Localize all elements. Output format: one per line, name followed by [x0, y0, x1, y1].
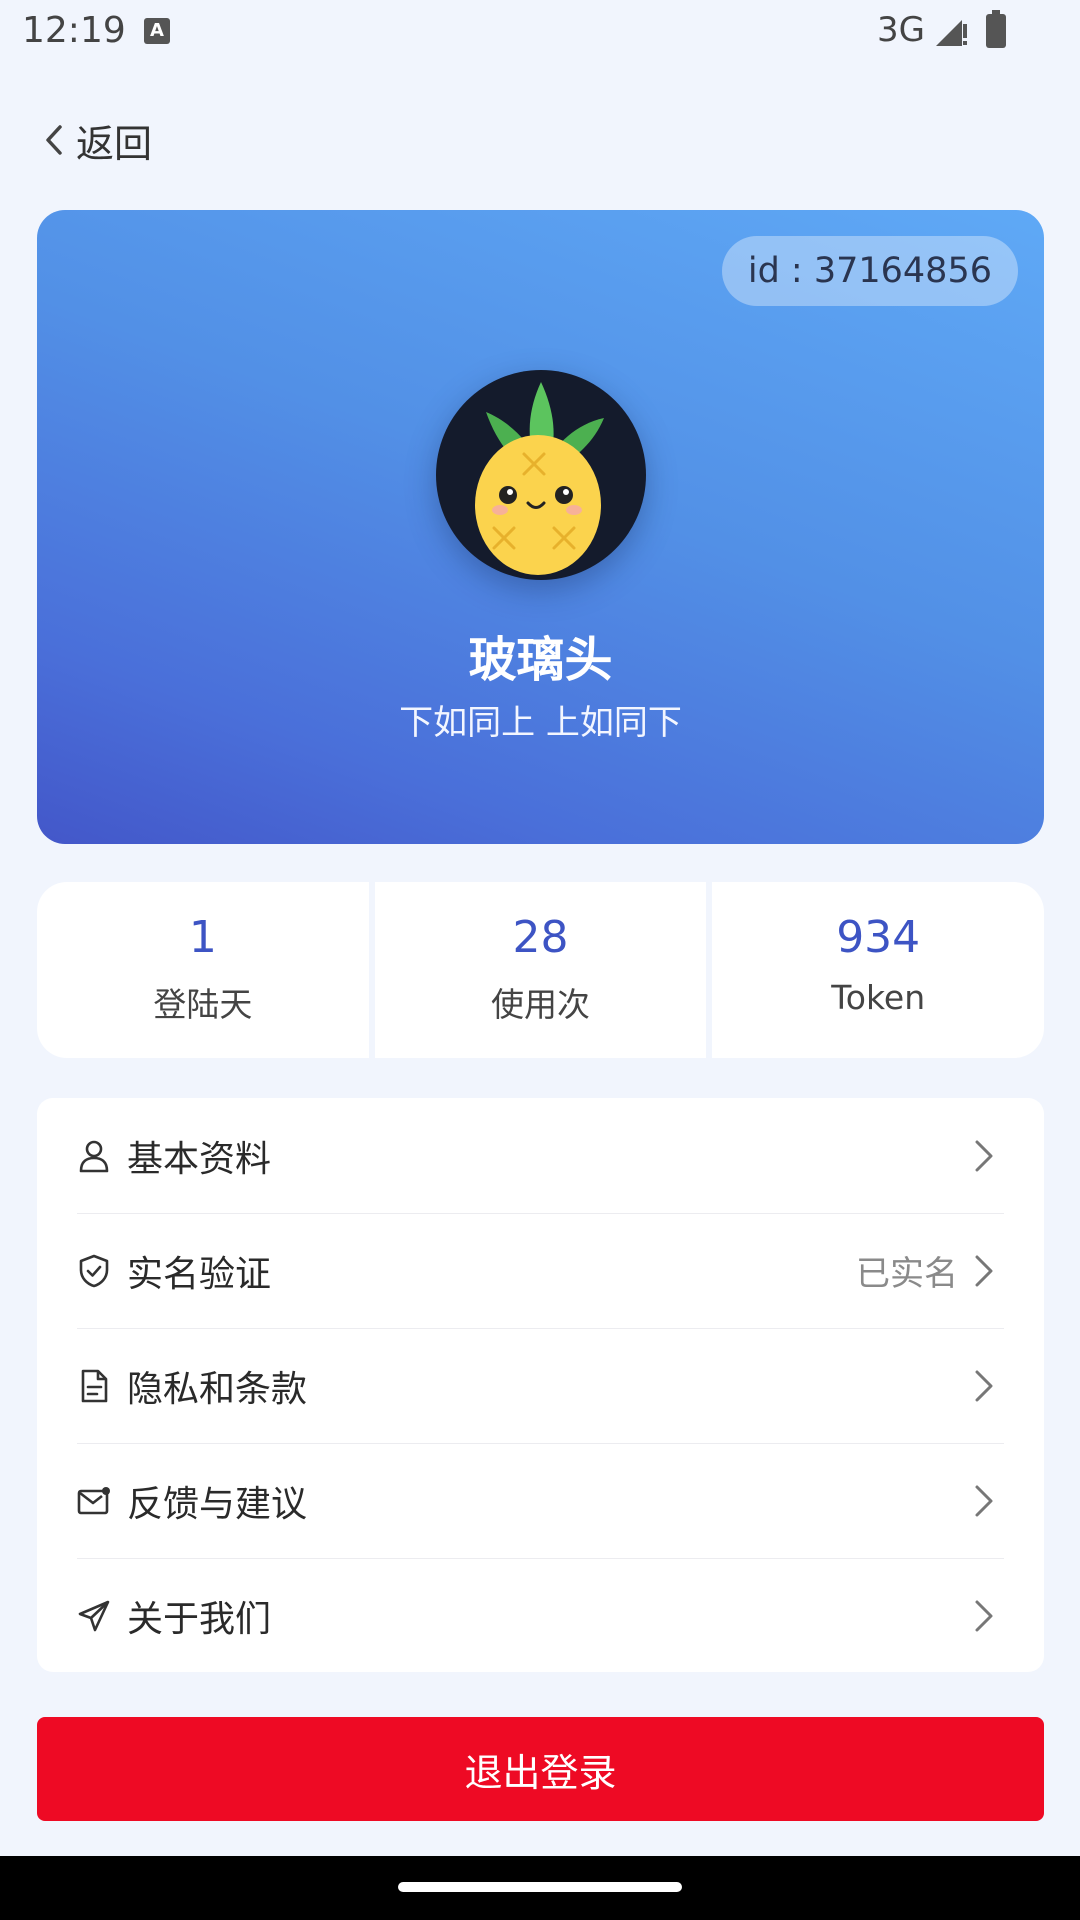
menu-item-privacy[interactable]: 隐私和条款 [77, 1328, 1004, 1444]
avatar[interactable] [436, 370, 646, 580]
back-button[interactable]: 返回 [44, 112, 152, 168]
profile-card: id : 37164856 玻璃头 下如同上 上如同下 [37, 210, 1044, 844]
stats-row: 1 登陆天 28 使用次 934 Token [37, 882, 1045, 1058]
chevron-right-icon [975, 1370, 993, 1401]
pineapple-avatar-icon [475, 382, 604, 575]
stat-label: 登陆天 [153, 985, 253, 1024]
menu-item-label: 反馈与建议 [127, 1483, 308, 1525]
stat-usage-count: 28 使用次 [374, 882, 707, 1058]
document-icon [77, 1369, 111, 1403]
chevron-right-icon [975, 1255, 993, 1286]
menu-item-real-name[interactable]: 实名验证 已实名 [77, 1213, 1004, 1329]
chevron-right-icon [975, 1140, 993, 1171]
menu-item-label: 关于我们 [127, 1598, 272, 1640]
shield-check-icon [77, 1254, 111, 1288]
back-label: 返回 [76, 121, 153, 166]
network-type: 3G [877, 10, 925, 50]
motto: 下如同上 上如同下 [399, 703, 682, 743]
user-id-badge: id : 37164856 [721, 236, 1018, 306]
status-bar: 12:19 A 3G [0, 0, 1080, 64]
stat-value: 1 [188, 912, 217, 963]
battery-icon [986, 10, 1006, 48]
stat-label: 使用次 [491, 985, 590, 1024]
home-gesture-handle[interactable] [398, 1882, 682, 1892]
menu-item-feedback[interactable]: 反馈与建议 [77, 1443, 1004, 1559]
chevron-right-icon [975, 1600, 993, 1631]
menu-item-basic-info[interactable]: 基本资料 [77, 1098, 1004, 1214]
mail-icon [77, 1484, 111, 1518]
stat-login-days: 1 登陆天 [37, 882, 369, 1058]
user-icon [77, 1139, 111, 1173]
stat-value: 28 [512, 912, 569, 963]
chevron-left-icon [46, 125, 62, 155]
stat-label: Token [831, 978, 926, 1017]
system-nav-bar [0, 1856, 1080, 1920]
nickname: 玻璃头 [468, 632, 613, 688]
chevron-right-icon [975, 1485, 993, 1516]
signal-icon [936, 20, 967, 46]
menu-item-label: 基本资料 [127, 1138, 272, 1180]
status-time: 12:19 [22, 10, 126, 51]
menu-item-value: 已实名 [856, 1254, 958, 1294]
stat-value: 934 [836, 912, 921, 963]
logout-button[interactable]: 退出登录 [37, 1717, 1044, 1821]
app-notification-icon: A [144, 18, 170, 44]
menu-item-about-us[interactable]: 关于我们 [77, 1558, 1004, 1673]
stat-token: 934 Token [712, 882, 1045, 1058]
settings-menu: 基本资料 实名验证 已实名 隐私和条款 反馈与建议 关于我们 [37, 1098, 1044, 1672]
menu-item-label: 隐私和条款 [127, 1368, 308, 1410]
send-icon [77, 1599, 111, 1633]
menu-item-label: 实名验证 [127, 1253, 272, 1295]
